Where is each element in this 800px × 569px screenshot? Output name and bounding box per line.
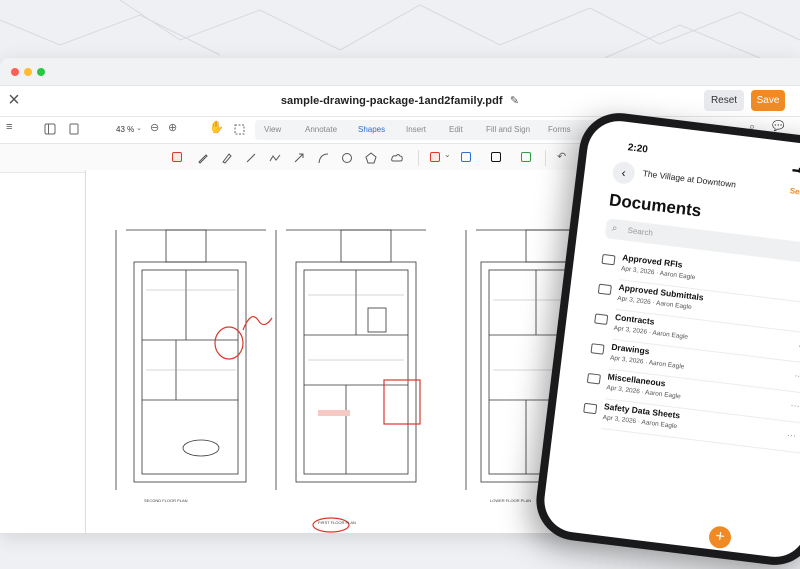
line-icon[interactable] [244, 151, 258, 165]
black-color-swatch[interactable] [491, 152, 501, 162]
tab-forms[interactable]: Forms [548, 125, 571, 134]
folder-meta: Apr 3, 2026 · Aaron Eagle [609, 354, 685, 371]
title-bar [0, 58, 800, 86]
pen-icon[interactable] [196, 151, 210, 165]
tab-fill-and-sign[interactable]: Fill and Sign [486, 125, 530, 134]
polyline-icon[interactable] [268, 151, 282, 165]
rename-pencil-icon[interactable]: ✎ [510, 95, 519, 107]
folder-icon [583, 402, 598, 415]
arrow-icon[interactable] [292, 151, 306, 165]
status-icons: ▂▄▆ ◠ ▮ [792, 162, 800, 175]
folder-name: Contracts [614, 311, 656, 327]
document-title: sample-drawing-package-1and2family.pdf ✎ [0, 94, 800, 107]
status-time: 2:20 [627, 142, 649, 156]
ellipse-icon[interactable] [340, 151, 354, 165]
select-area-icon[interactable] [234, 124, 245, 135]
rectangle-tool-icon[interactable] [172, 152, 182, 162]
green-color-swatch[interactable] [521, 152, 531, 162]
highlighter-icon[interactable] [220, 151, 234, 165]
save-button[interactable]: Save [751, 90, 785, 111]
arc-icon[interactable] [316, 151, 330, 165]
thumbnails-icon[interactable] [68, 123, 80, 135]
plan-label-2: FIRST FLOOR PLAN [318, 520, 356, 525]
page-title: Documents [608, 190, 703, 221]
document-header: × sample-drawing-package-1and2family.pdf… [0, 86, 800, 117]
maximize-window-button[interactable] [37, 68, 45, 76]
file-name: sample-drawing-package-1and2family.pdf [280, 95, 503, 107]
zoom-out-icon[interactable]: ⊖ [150, 121, 159, 134]
zoom-dropdown-icon[interactable]: ⌄ [136, 124, 142, 132]
documents-list: Approved RFIs Apr 3, 2026 · Aaron Eagle … [574, 247, 800, 454]
zoom-in-icon[interactable]: ⊕ [168, 121, 177, 134]
blue-color-swatch[interactable] [461, 152, 471, 162]
tab-shapes[interactable]: Shapes [358, 125, 385, 134]
undo-icon[interactable]: ↶ [557, 150, 566, 163]
folder-name: Drawings [610, 341, 651, 357]
back-arrow-icon[interactable]: ‹ [611, 160, 636, 186]
phone-screen: 2:20 ▂▄▆ ◠ ▮ ‹ The Village at Downtown S… [540, 117, 800, 561]
tab-view[interactable]: View [264, 125, 281, 134]
pan-hand-icon[interactable]: ✋ [209, 120, 224, 134]
folder-icon [601, 253, 616, 266]
comments-icon[interactable]: 💬 [772, 121, 784, 132]
tab-annotate[interactable]: Annotate [305, 125, 337, 134]
select-button[interactable]: Select [789, 186, 800, 198]
add-button[interactable]: + [707, 525, 733, 550]
tab-edit[interactable]: Edit [449, 125, 463, 134]
sidebar-toggle-icon[interactable] [44, 123, 56, 135]
folder-icon [597, 283, 612, 296]
folder-icon [594, 313, 609, 325]
close-window-button[interactable] [11, 68, 19, 76]
folder-icon [586, 372, 601, 385]
plan-label-3: LOWER FLOOR PLAN [490, 498, 531, 503]
color-dropdown-icon[interactable]: ⌄ [444, 150, 451, 159]
stroke-color-swatch[interactable] [430, 152, 440, 162]
search-placeholder: Search [627, 225, 654, 238]
folder-meta: Apr 3, 2026 · Aaron Eagle [613, 324, 689, 341]
more-icon[interactable]: ··· [786, 430, 796, 441]
minimize-window-button[interactable] [24, 68, 32, 76]
tab-insert[interactable]: Insert [406, 125, 426, 134]
reset-button[interactable]: Reset [704, 90, 744, 111]
more-icon[interactable]: ··· [790, 400, 800, 411]
folder-icon [590, 343, 605, 355]
plan-label-1: SECOND FLOOR PLAN [144, 498, 188, 503]
project-name: The Village at Downtown [642, 168, 737, 190]
cloud-icon[interactable] [390, 151, 404, 165]
search-icon: ⌕ [611, 222, 619, 235]
menu-icon[interactable]: ≡ [6, 121, 12, 133]
polygon-icon[interactable] [364, 151, 378, 165]
folder-meta: Apr 3, 2026 · Aaron Eagle [605, 384, 682, 401]
more-icon[interactable]: ··· [794, 370, 800, 381]
zoom-level[interactable]: 43 % [116, 125, 134, 134]
folder-meta: Apr 3, 2026 · Aaron Eagle [620, 265, 696, 282]
